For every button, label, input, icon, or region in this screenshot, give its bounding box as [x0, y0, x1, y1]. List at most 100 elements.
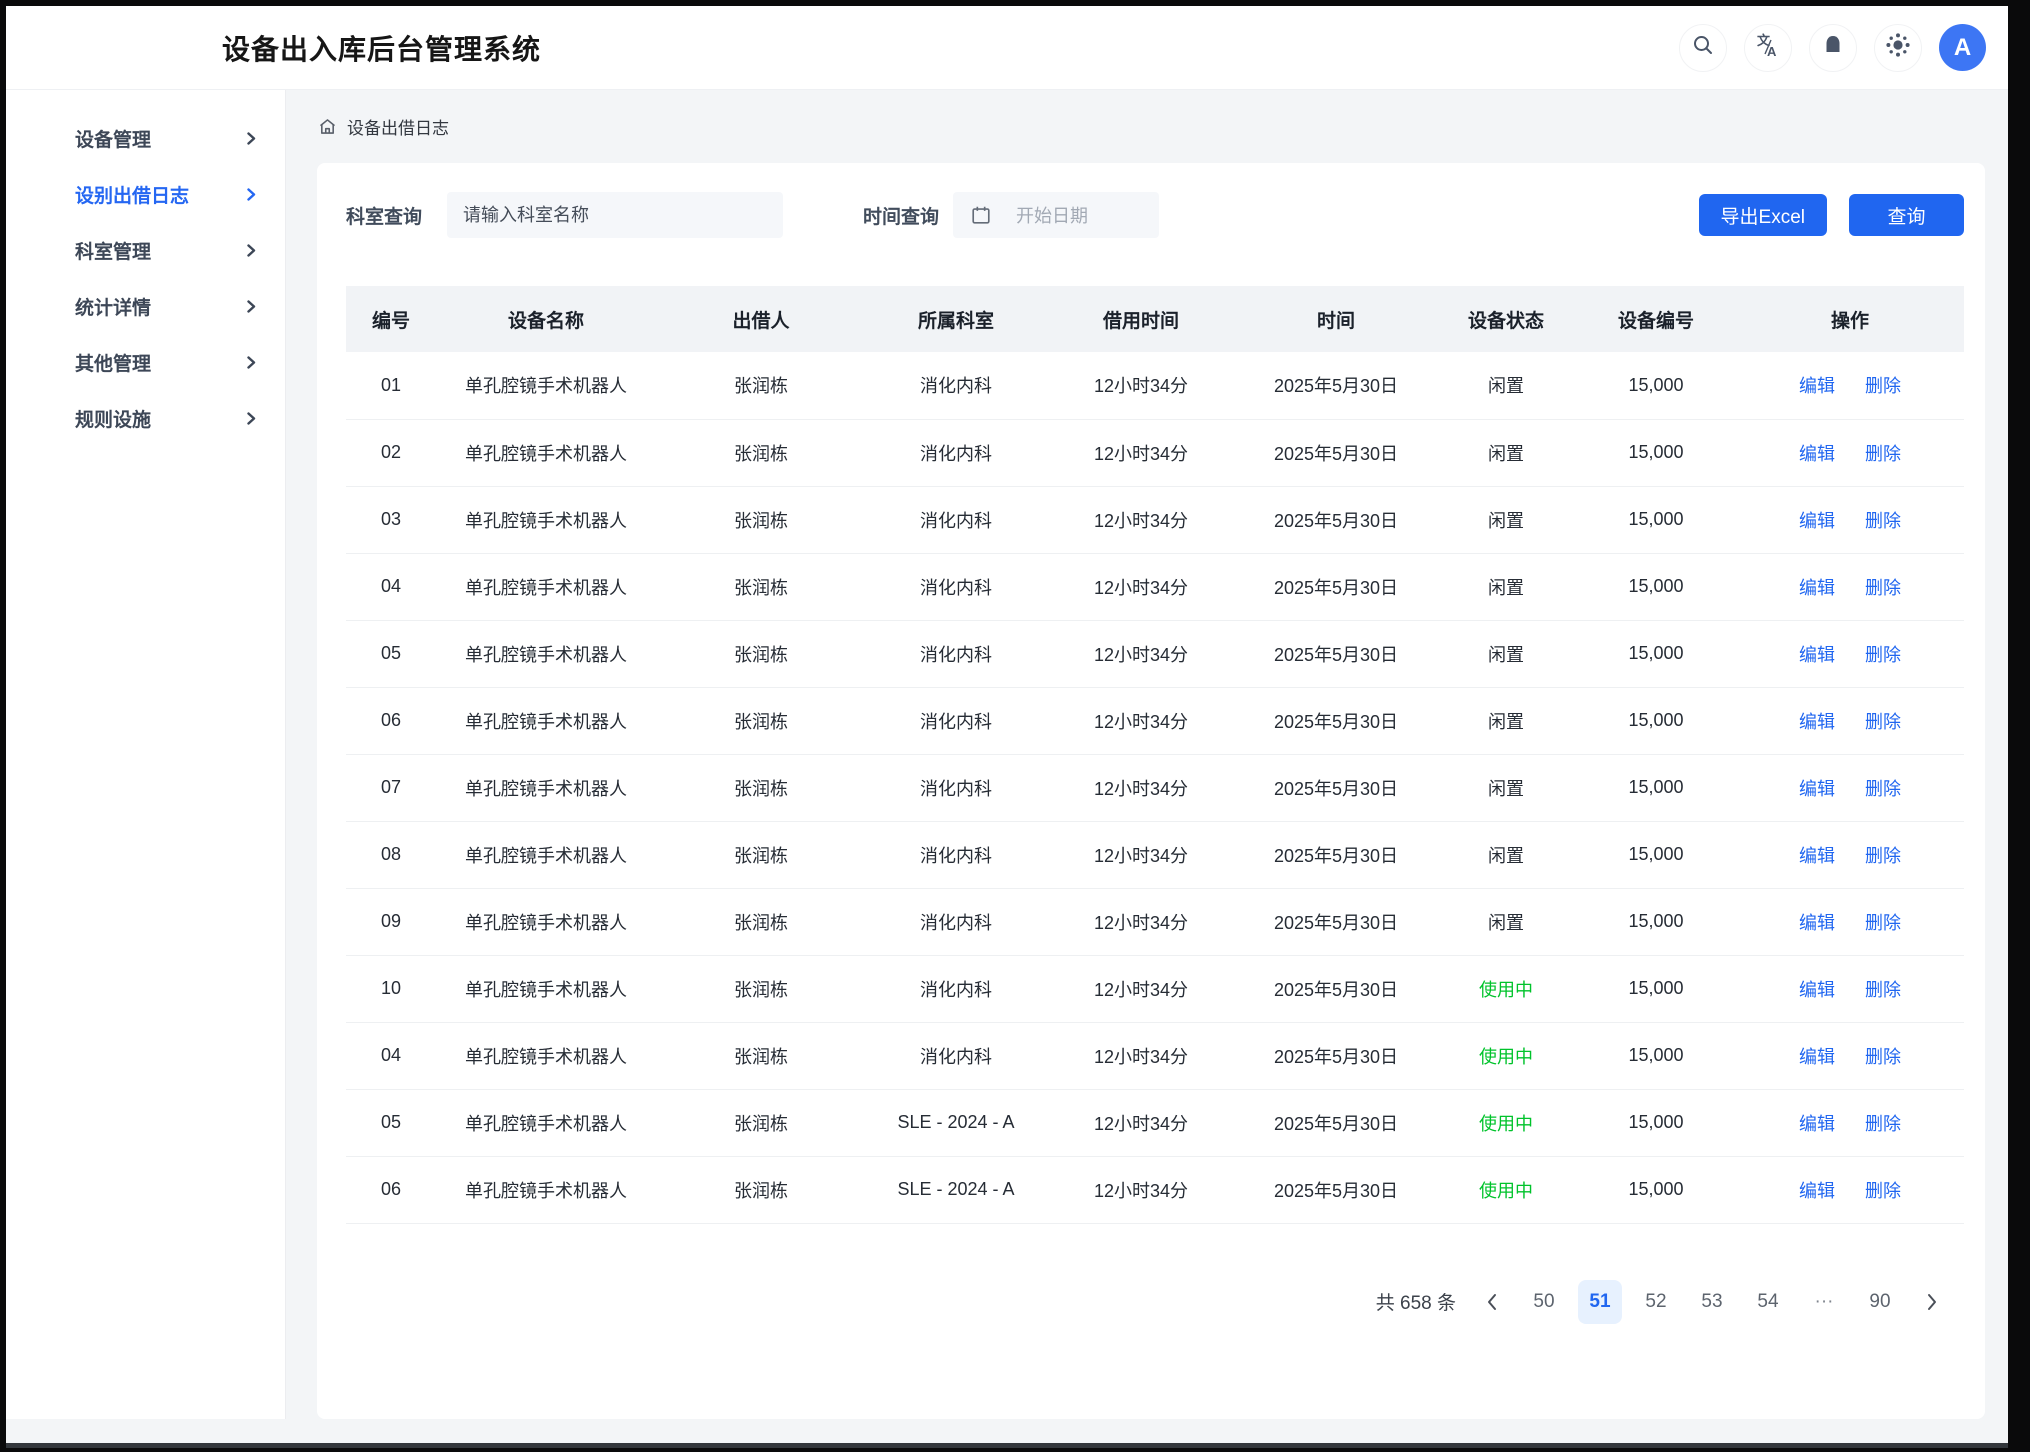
delete-link[interactable]: 删除 [1865, 846, 1901, 866]
cell-duration: 12小时34分 [1046, 955, 1236, 1022]
edit-link[interactable]: 编辑 [1799, 1114, 1835, 1134]
cell-duration: 12小时34分 [1046, 620, 1236, 687]
delete-link[interactable]: 删除 [1865, 1114, 1901, 1134]
sidebar-item-label: 设别出借日志 [75, 181, 189, 208]
edit-link[interactable]: 编辑 [1799, 444, 1835, 464]
dept-query-input[interactable] [447, 192, 783, 238]
page-button-90[interactable]: 90 [1858, 1280, 1902, 1324]
table-row: 03单孔腔镜手术机器人张润栋消化内科12小时34分2025年5月30日闲置15,… [346, 486, 1964, 553]
cell-borrower: 张润栋 [656, 553, 866, 620]
page-button-53[interactable]: 53 [1690, 1280, 1734, 1324]
cell-dept: 消化内科 [866, 821, 1046, 888]
cell-device-name: 单孔腔镜手术机器人 [436, 1089, 656, 1156]
cell-device-name: 单孔腔镜手术机器人 [436, 1022, 656, 1089]
edit-link[interactable]: 编辑 [1799, 980, 1835, 1000]
delete-link[interactable]: 删除 [1865, 511, 1901, 531]
edit-link[interactable]: 编辑 [1799, 1047, 1835, 1067]
cell-id: 08 [346, 821, 436, 888]
page-button-50[interactable]: 50 [1522, 1280, 1566, 1324]
cell-actions: 编辑 删除 [1736, 754, 1964, 821]
cell-dept: 消化内科 [866, 754, 1046, 821]
chevron-right-icon [246, 187, 257, 202]
cell-device-code: 15,000 [1576, 754, 1736, 821]
cell-device-code: 15,000 [1576, 955, 1736, 1022]
pagination-total: 共 658 条 [1376, 1288, 1456, 1315]
cell-id: 10 [346, 955, 436, 1022]
table-row: 02单孔腔镜手术机器人张润栋消化内科12小时34分2025年5月30日闲置15,… [346, 419, 1964, 486]
prev-page-button[interactable] [1474, 1280, 1510, 1324]
cell-duration: 12小时34分 [1046, 1156, 1236, 1223]
column-header-3: 出借人 [656, 286, 866, 352]
search-button[interactable] [1679, 24, 1727, 72]
edit-link[interactable]: 编辑 [1799, 1181, 1835, 1201]
delete-link[interactable]: 删除 [1865, 712, 1901, 732]
start-date-picker[interactable]: 开始日期 [953, 192, 1159, 238]
cell-device-status: 闲置 [1436, 553, 1576, 620]
column-header-4: 所属科室 [866, 286, 1046, 352]
column-header-9: 操作 [1736, 286, 1964, 352]
edit-link[interactable]: 编辑 [1799, 913, 1835, 933]
edit-link[interactable]: 编辑 [1799, 578, 1835, 598]
sidebar-item-2[interactable]: 设别出借日志 [6, 166, 285, 222]
cell-device-status: 闲置 [1436, 620, 1576, 687]
edit-link[interactable]: 编辑 [1799, 645, 1835, 665]
theme-button[interactable] [1874, 24, 1922, 72]
delete-link[interactable]: 删除 [1865, 1047, 1901, 1067]
cell-duration: 12小时34分 [1046, 1089, 1236, 1156]
cell-actions: 编辑 删除 [1736, 955, 1964, 1022]
cell-dept: 消化内科 [866, 352, 1046, 419]
edit-link[interactable]: 编辑 [1799, 712, 1835, 732]
next-page-button[interactable] [1914, 1280, 1950, 1324]
delete-link[interactable]: 删除 [1865, 1181, 1901, 1201]
translate-button[interactable]: 文 A [1744, 24, 1792, 72]
cell-borrower: 张润栋 [656, 1156, 866, 1223]
edit-link[interactable]: 编辑 [1799, 376, 1835, 396]
sidebar-item-3[interactable]: 科室管理 [6, 222, 285, 278]
cell-device-status: 使用中 [1436, 955, 1576, 1022]
page-button-52[interactable]: 52 [1634, 1280, 1678, 1324]
cell-device-name: 单孔腔镜手术机器人 [436, 888, 656, 955]
pagination: 共 658 条 5051525354···90 [346, 1280, 1964, 1324]
delete-link[interactable]: 删除 [1865, 779, 1901, 799]
column-header-7: 设备状态 [1436, 286, 1576, 352]
cell-device-status: 闲置 [1436, 754, 1576, 821]
edit-link[interactable]: 编辑 [1799, 779, 1835, 799]
query-button[interactable]: 查询 [1849, 194, 1964, 236]
sidebar-item-1[interactable]: 设备管理 [6, 110, 285, 166]
cell-date: 2025年5月30日 [1236, 1022, 1436, 1089]
cell-dept: 消化内科 [866, 419, 1046, 486]
edit-link[interactable]: 编辑 [1799, 511, 1835, 531]
delete-link[interactable]: 删除 [1865, 645, 1901, 665]
chevron-right-icon [246, 131, 257, 146]
sidebar: 设备管理设别出借日志科室管理统计详情其他管理规则设施 [6, 90, 286, 1419]
cell-borrower: 张润栋 [656, 687, 866, 754]
table-row: 05单孔腔镜手术机器人张润栋SLE - 2024 - A12小时34分2025年… [346, 1089, 1964, 1156]
export-excel-button[interactable]: 导出Excel [1699, 194, 1827, 236]
cell-dept: 消化内科 [866, 687, 1046, 754]
cell-date: 2025年5月30日 [1236, 352, 1436, 419]
cell-actions: 编辑 删除 [1736, 888, 1964, 955]
cell-device-code: 15,000 [1576, 1156, 1736, 1223]
cell-actions: 编辑 删除 [1736, 620, 1964, 687]
delete-link[interactable]: 删除 [1865, 376, 1901, 396]
delete-link[interactable]: 删除 [1865, 578, 1901, 598]
cell-duration: 12小时34分 [1046, 419, 1236, 486]
column-header-2: 设备名称 [436, 286, 656, 352]
sidebar-item-5[interactable]: 其他管理 [6, 334, 285, 390]
delete-link[interactable]: 删除 [1865, 913, 1901, 933]
cell-device-code: 15,000 [1576, 553, 1736, 620]
delete-link[interactable]: 删除 [1865, 980, 1901, 1000]
page-button-54[interactable]: 54 [1746, 1280, 1790, 1324]
page-button-51[interactable]: 51 [1578, 1280, 1622, 1324]
table-row: 08单孔腔镜手术机器人张润栋消化内科12小时34分2025年5月30日闲置15,… [346, 821, 1964, 888]
table-row: 05单孔腔镜手术机器人张润栋消化内科12小时34分2025年5月30日闲置15,… [346, 620, 1964, 687]
notification-button[interactable] [1809, 24, 1857, 72]
user-avatar[interactable]: A [1939, 24, 1986, 71]
cell-borrower: 张润栋 [656, 754, 866, 821]
edit-link[interactable]: 编辑 [1799, 846, 1835, 866]
sidebar-item-6[interactable]: 规则设施 [6, 390, 285, 446]
cell-device-status: 闲置 [1436, 687, 1576, 754]
breadcrumb: 设备出借日志 [286, 90, 2008, 163]
sidebar-item-4[interactable]: 统计详情 [6, 278, 285, 334]
delete-link[interactable]: 删除 [1865, 444, 1901, 464]
